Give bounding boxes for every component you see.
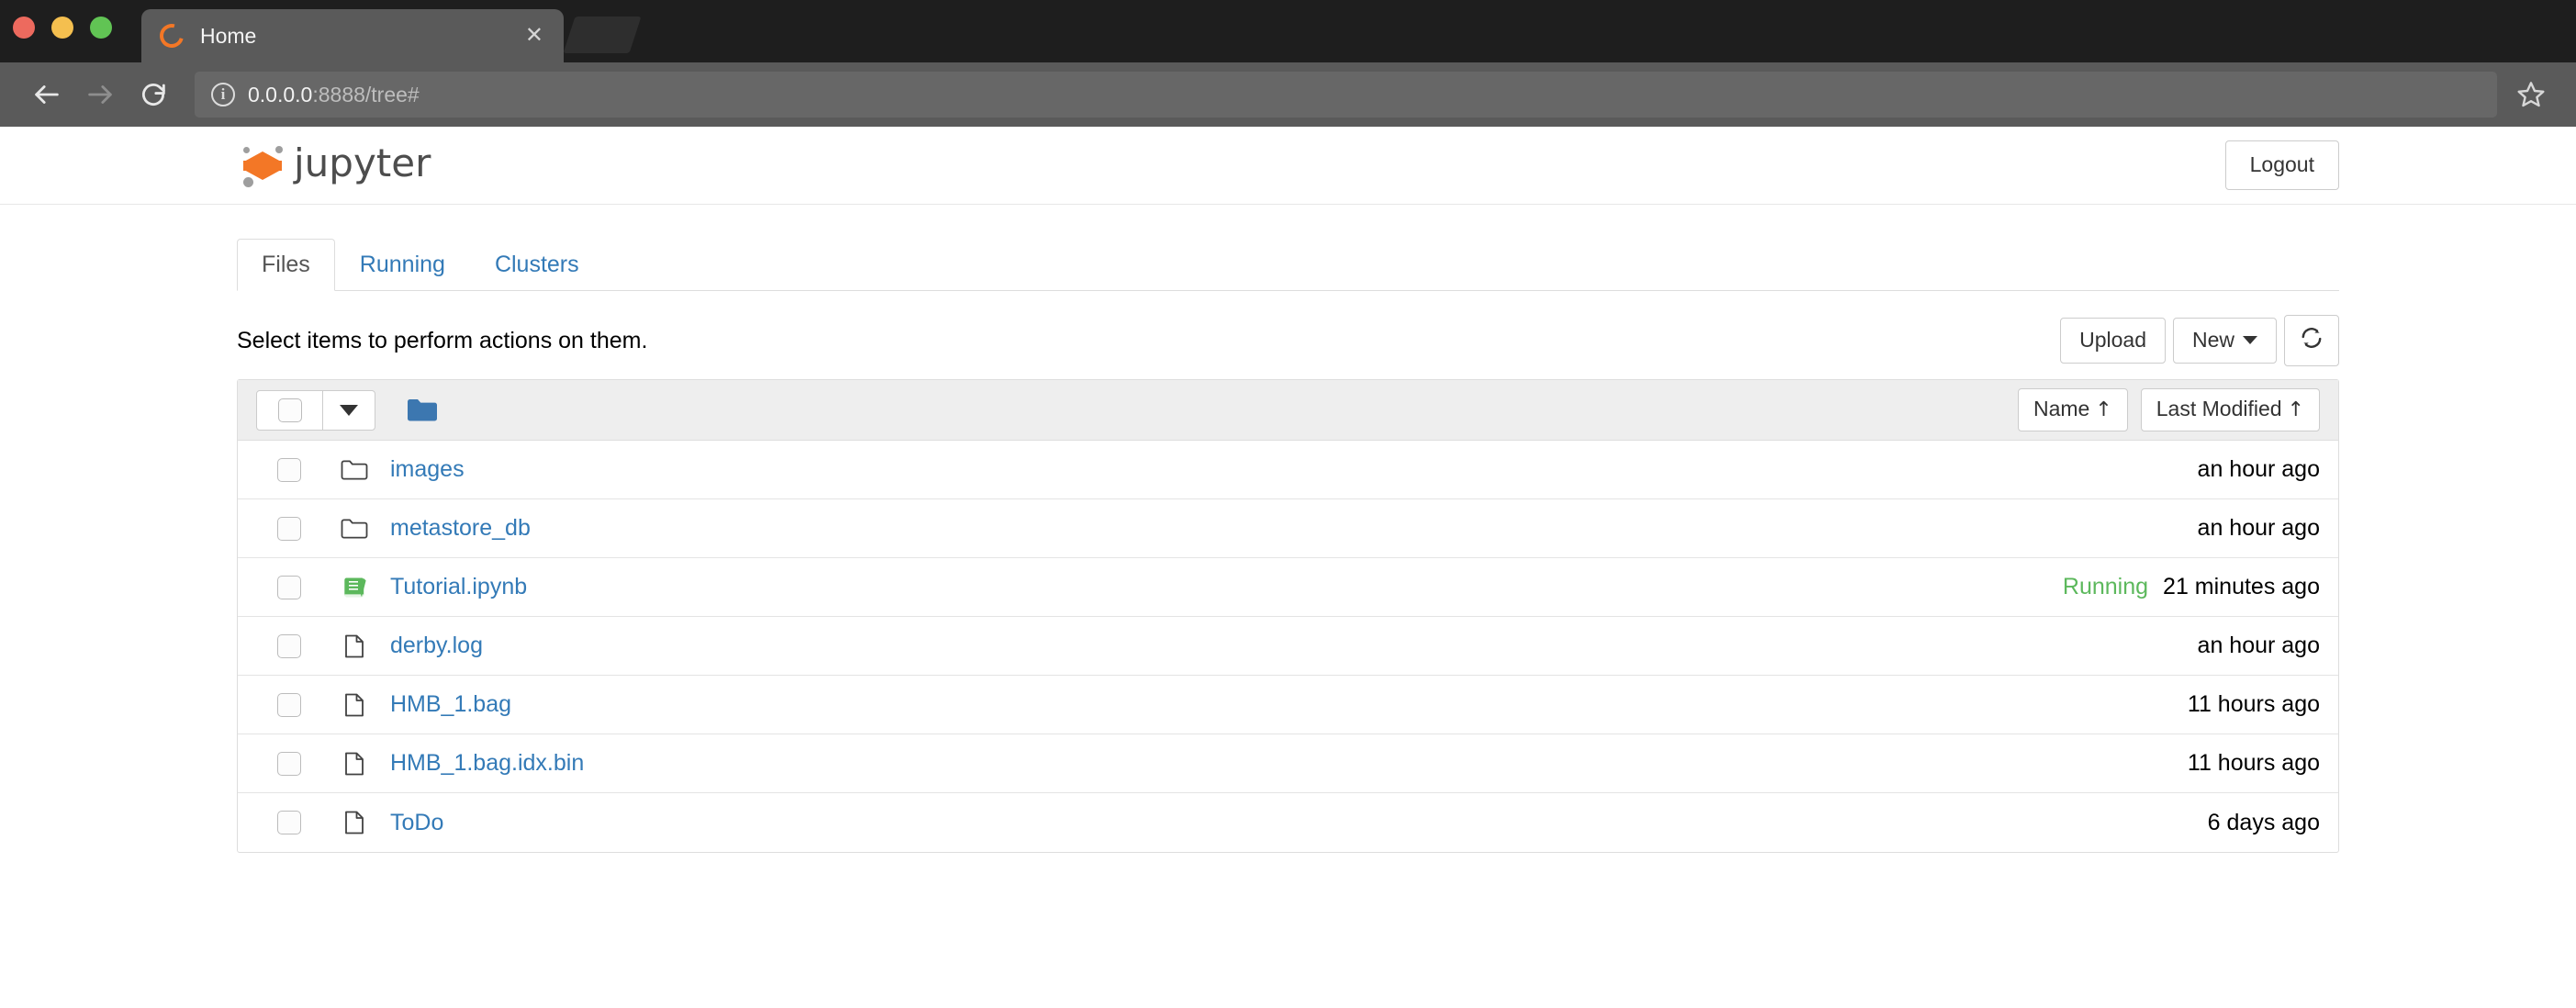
file-link[interactable]: images (390, 456, 465, 483)
file-list-header: Name ↑ Last Modified ↑ (238, 380, 2338, 441)
jupyter-brand[interactable]: jupyter (239, 139, 431, 192)
row-checkbox-cell[interactable] (256, 692, 322, 717)
table-row[interactable]: Tutorial.ipynb Running 21 minutes ago (238, 558, 2338, 617)
sort-by-modified-button[interactable]: Last Modified ↑ (2140, 388, 2320, 431)
address-bar-url: 0.0.0.0:8888/tree# (248, 83, 420, 107)
file-icon (339, 692, 370, 718)
file-link[interactable]: ToDo (390, 810, 443, 836)
row-checkbox[interactable] (277, 516, 301, 541)
row-checkbox-cell[interactable] (256, 751, 322, 776)
forward-arrow-icon[interactable] (73, 68, 127, 121)
row-checkbox-cell[interactable] (256, 516, 322, 541)
file-link[interactable]: derby.log (390, 633, 483, 659)
jupyter-wordmark: jupyter (294, 140, 431, 185)
selection-hint-text: Select items to perform actions on them. (237, 327, 648, 353)
file-list: Name ↑ Last Modified ↑ images an hour ago (237, 379, 2339, 853)
select-all-dropdown-button[interactable] (323, 391, 375, 430)
row-checkbox-cell[interactable] (256, 457, 322, 482)
select-all-checkbox[interactable] (277, 398, 302, 422)
file-modified: 6 days ago (2207, 809, 2320, 835)
tab-clusters[interactable]: Clusters (470, 239, 604, 292)
address-bar[interactable]: i 0.0.0.0:8888/tree# (195, 72, 2497, 118)
table-row[interactable]: HMB_1.bag 11 hours ago (238, 676, 2338, 734)
folder-icon (339, 459, 370, 481)
browser-tab-home[interactable]: Home ✕ (141, 9, 564, 62)
jupyter-page: jupyter Logout Files Running Clusters Se… (0, 127, 2576, 1008)
tab-running[interactable]: Running (335, 239, 470, 292)
table-row[interactable]: metastore_db an hour ago (238, 499, 2338, 558)
browser-tab-title: Home (200, 23, 257, 48)
address-bar-host: 0.0.0.0 (248, 82, 313, 106)
sort-by-name-button[interactable]: Name ↑ (2017, 388, 2128, 431)
new-dropdown-label: New (2191, 328, 2234, 353)
close-window-button[interactable] (13, 17, 35, 39)
file-modified: 11 hours ago (2187, 691, 2320, 717)
file-link[interactable]: metastore_db (390, 515, 531, 542)
file-modified: an hour ago (2197, 515, 2320, 541)
browser-toolbar: i 0.0.0.0:8888/tree# (0, 62, 2576, 127)
file-link[interactable]: HMB_1.bag.idx.bin (390, 750, 584, 777)
chevron-down-icon (2243, 336, 2257, 345)
site-info-icon[interactable]: i (211, 83, 235, 106)
select-all-group[interactable] (256, 389, 375, 431)
notebook-icon (339, 576, 370, 599)
table-row[interactable]: images an hour ago (238, 441, 2338, 499)
row-checkbox[interactable] (277, 633, 301, 658)
file-icon (339, 633, 370, 659)
chevron-down-icon (340, 404, 358, 416)
browser-tabstrip: Home ✕ (0, 0, 2576, 62)
jupyter-header: jupyter Logout (0, 127, 2576, 205)
browser-chrome: Home ✕ i 0.0.0.0:8888/tree# (0, 0, 2576, 127)
sort-name-label: Name (2033, 397, 2090, 421)
refresh-button[interactable] (2284, 314, 2339, 367)
row-checkbox-cell[interactable] (256, 633, 322, 658)
address-bar-path: :8888/tree# (312, 82, 420, 106)
select-all-checkbox-cell[interactable] (257, 390, 323, 430)
file-link[interactable]: Tutorial.ipynb (390, 574, 527, 600)
close-tab-icon[interactable]: ✕ (518, 21, 551, 50)
tab-files[interactable]: Files (237, 238, 335, 291)
file-icon (339, 751, 370, 777)
file-modified: an hour ago (2197, 633, 2320, 658)
row-checkbox[interactable] (277, 575, 301, 599)
minimize-window-button[interactable] (51, 17, 73, 39)
new-dropdown-button[interactable]: New (2172, 318, 2277, 364)
row-checkbox-cell[interactable] (256, 811, 322, 834)
row-checkbox-cell[interactable] (256, 575, 322, 599)
jupyter-logo-icon (239, 139, 286, 192)
file-icon (339, 810, 370, 835)
row-checkbox[interactable] (277, 692, 301, 717)
main-tablist: Files Running Clusters (237, 234, 2339, 291)
window-traffic-lights (13, 17, 112, 39)
table-row[interactable]: HMB_1.bag.idx.bin 11 hours ago (238, 734, 2338, 793)
folder-icon (339, 518, 370, 540)
breadcrumb-folder-icon[interactable] (407, 398, 438, 422)
logout-button[interactable]: Logout (2224, 140, 2339, 190)
bookmark-star-icon[interactable] (2506, 70, 2556, 119)
row-checkbox[interactable] (277, 811, 301, 834)
row-checkbox[interactable] (277, 751, 301, 776)
arrow-up-icon: ↑ (2095, 398, 2112, 422)
jupyter-favicon-icon (155, 19, 188, 52)
back-arrow-icon[interactable] (20, 68, 73, 121)
file-modified: 11 hours ago (2187, 750, 2320, 776)
sort-modified-label: Last Modified (2156, 397, 2282, 421)
upload-button[interactable]: Upload (2060, 318, 2166, 364)
action-toolbar: Select items to perform actions on them.… (237, 314, 2339, 367)
table-row[interactable]: ToDo 6 days ago (238, 793, 2338, 852)
maximize-window-button[interactable] (90, 17, 112, 39)
new-tab-button[interactable] (563, 17, 642, 53)
reload-arrow-icon[interactable] (127, 68, 180, 121)
jupyter-main: Files Running Clusters Select items to p… (237, 234, 2339, 853)
status-badge: Running (2062, 574, 2149, 599)
file-modified: 21 minutes ago (2163, 574, 2320, 599)
table-row[interactable]: derby.log an hour ago (238, 617, 2338, 676)
file-link[interactable]: HMB_1.bag (390, 691, 511, 718)
arrow-up-icon: ↑ (2287, 398, 2304, 422)
file-modified: an hour ago (2197, 456, 2320, 482)
row-checkbox[interactable] (277, 457, 301, 482)
